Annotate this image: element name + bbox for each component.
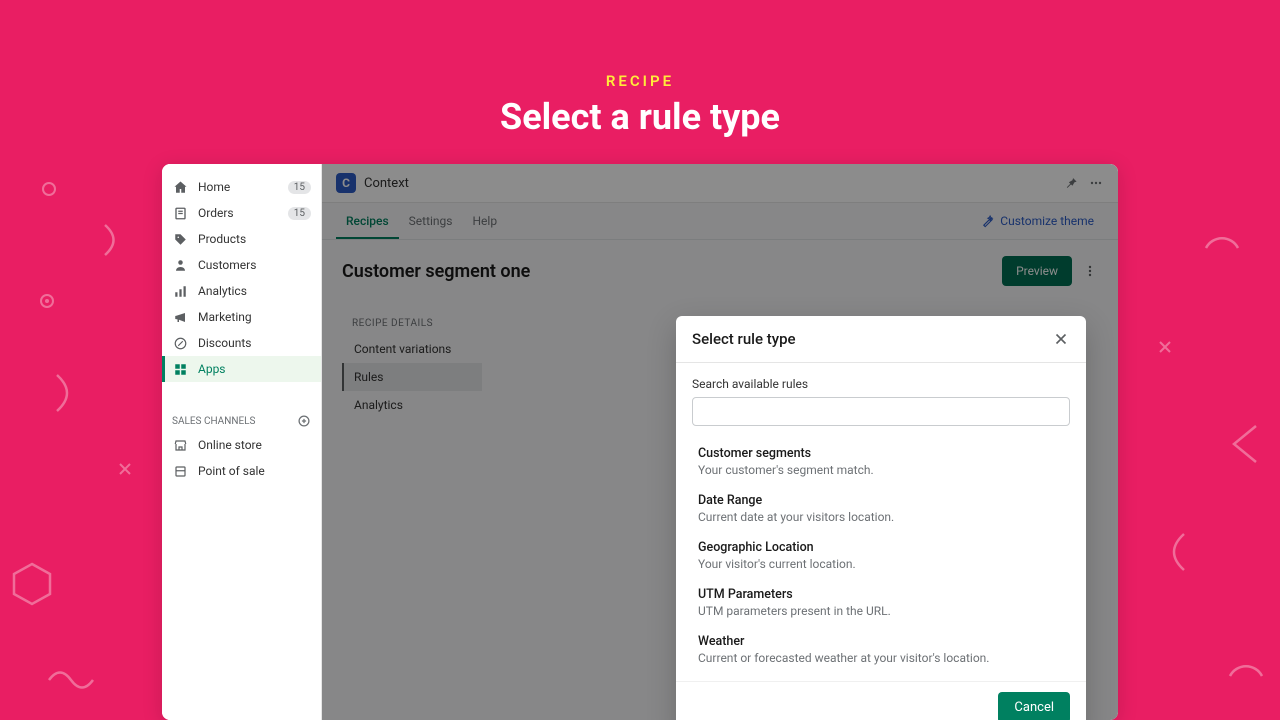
sidebar-item-discounts[interactable]: Discounts <box>162 330 321 356</box>
sidebar-item-label: Customers <box>198 258 311 272</box>
chart-icon <box>172 283 188 299</box>
rule-desc: Your customer's segment match. <box>698 463 1064 477</box>
decor-hex-icon <box>8 560 56 608</box>
sales-channels-heading: SALES CHANNELS <box>162 406 321 432</box>
rule-title: Date Range <box>698 493 1064 508</box>
hero-section: RECIPE Select a rule type <box>0 0 1280 138</box>
hero-title: Select a rule type <box>0 96 1280 138</box>
sidebar-item-label: Orders <box>198 206 288 220</box>
sidebar-item-pos[interactable]: Point of sale <box>162 458 321 484</box>
rule-desc: UTM parameters present in the URL. <box>698 604 1064 618</box>
search-input[interactable] <box>692 397 1070 426</box>
sidebar-item-label: Point of sale <box>198 464 311 478</box>
search-label: Search available rules <box>692 377 1070 391</box>
close-icon[interactable] <box>1052 330 1070 348</box>
sidebar-item-marketing[interactable]: Marketing <box>162 304 321 330</box>
rule-desc: Your visitor's current location. <box>698 557 1064 571</box>
decor-arc2-icon <box>1200 218 1244 254</box>
orders-icon <box>172 205 188 221</box>
decor-arc-icon <box>1160 530 1190 574</box>
decor-chevron-icon <box>1226 420 1262 468</box>
sidebar-item-online-store[interactable]: Online store <box>162 432 321 458</box>
sidebar-badge: 15 <box>288 207 311 220</box>
sidebar-item-label: Home <box>198 180 288 194</box>
sidebar-item-label: Apps <box>198 362 311 376</box>
sidebar-item-orders[interactable]: Orders 15 <box>162 200 321 226</box>
rule-desc: Current date at your visitors location. <box>698 510 1064 524</box>
sidebar-item-label: Discounts <box>198 336 311 350</box>
app-window: Home 15 Orders 15 Products Customers Ana… <box>162 164 1118 720</box>
pos-icon <box>172 463 188 479</box>
store-icon <box>172 437 188 453</box>
rule-option-date-range[interactable]: Date Range Current date at your visitors… <box>692 485 1070 532</box>
modal-title: Select rule type <box>692 330 1052 348</box>
cancel-button[interactable]: Cancel <box>998 692 1070 720</box>
rule-option-customer-segments[interactable]: Customer segments Your customer's segmen… <box>692 438 1070 485</box>
decor-wave-icon <box>46 660 96 690</box>
select-rule-type-modal: Select rule type Search available rules … <box>676 316 1086 720</box>
sidebar-item-analytics[interactable]: Analytics <box>162 278 321 304</box>
rule-title: UTM Parameters <box>698 587 1064 602</box>
rule-title: Customer segments <box>698 446 1064 461</box>
rule-option-geographic-location[interactable]: Geographic Location Your visitor's curre… <box>692 532 1070 579</box>
sidebar-item-label: Analytics <box>198 284 311 298</box>
discount-icon <box>172 335 188 351</box>
rule-desc: Current or forecasted weather at your vi… <box>698 651 1064 665</box>
apps-icon <box>172 361 188 377</box>
sidebar-item-products[interactable]: Products <box>162 226 321 252</box>
sidebar-item-label: Products <box>198 232 311 246</box>
tag-icon <box>172 231 188 247</box>
sidebar-item-label: Marketing <box>198 310 311 324</box>
sidebar-item-apps[interactable]: Apps <box>162 356 321 382</box>
main-area: C Context Recipes Settings Help Customiz… <box>322 164 1118 720</box>
sidebar-item-customers[interactable]: Customers <box>162 252 321 278</box>
rule-title: Geographic Location <box>698 540 1064 555</box>
rule-option-weather[interactable]: Weather Current or forecasted weather at… <box>692 626 1070 673</box>
decor-arc-icon <box>52 370 80 416</box>
home-icon <box>172 179 188 195</box>
hero-eyebrow: RECIPE <box>0 72 1280 90</box>
decor-dot-icon <box>38 292 56 310</box>
rule-title: Weather <box>698 634 1064 649</box>
decor-arc2-icon <box>1224 640 1268 684</box>
decor-arc-icon <box>100 220 126 260</box>
sidebar-item-home[interactable]: Home 15 <box>162 174 321 200</box>
decor-ring-icon <box>40 180 58 198</box>
plus-icon[interactable] <box>297 414 311 428</box>
person-icon <box>172 257 188 273</box>
rule-option-utm-parameters[interactable]: UTM Parameters UTM parameters present in… <box>692 579 1070 626</box>
megaphone-icon <box>172 309 188 325</box>
decor-x-icon <box>116 460 134 478</box>
sidebar: Home 15 Orders 15 Products Customers Ana… <box>162 164 322 720</box>
decor-x-icon <box>1156 338 1174 356</box>
sidebar-badge: 15 <box>288 181 311 194</box>
sidebar-item-label: Online store <box>198 438 311 452</box>
